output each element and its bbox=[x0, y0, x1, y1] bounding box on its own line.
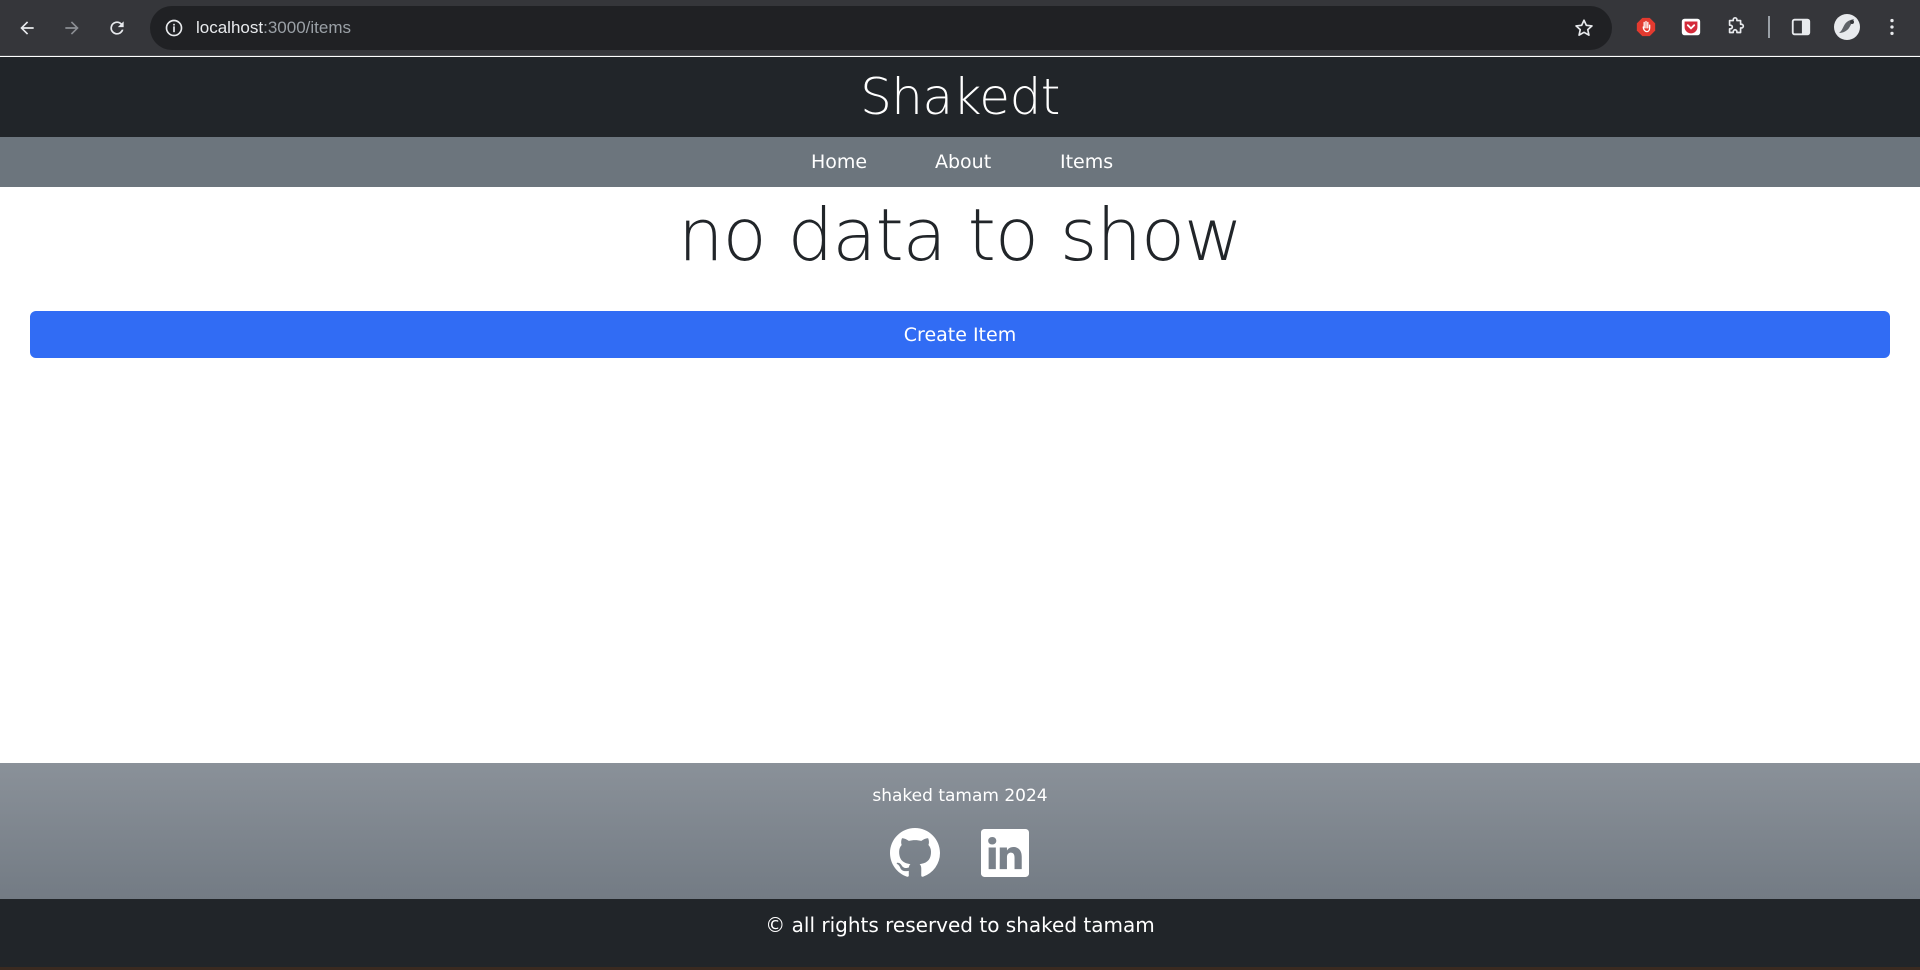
address-url[interactable]: localhost:3000/items bbox=[196, 18, 351, 38]
main-nav: Home About Items bbox=[0, 137, 1920, 187]
address-bar[interactable]: localhost:3000/items bbox=[150, 6, 1612, 50]
site-title: Shakedt bbox=[860, 68, 1060, 126]
footer-bottom: © all rights reserved to shaked tamam bbox=[0, 899, 1920, 970]
create-item-button[interactable]: Create Item bbox=[30, 311, 1890, 358]
footer-top: shaked tamam 2024 bbox=[0, 763, 1920, 899]
reload-icon[interactable] bbox=[101, 12, 133, 44]
pocket-extension-icon[interactable] bbox=[1677, 13, 1705, 41]
linkedin-icon[interactable] bbox=[979, 827, 1031, 879]
profile-avatar-icon[interactable] bbox=[1833, 13, 1861, 41]
url-host: localhost bbox=[196, 18, 264, 37]
site-header: Shakedt bbox=[0, 57, 1920, 137]
footer-credit: shaked tamam 2024 bbox=[872, 786, 1048, 806]
browser-menu-icon[interactable] bbox=[1878, 13, 1906, 41]
extensions-puzzle-icon[interactable] bbox=[1722, 13, 1750, 41]
url-path: :3000/items bbox=[263, 18, 351, 37]
empty-state-message: no data to show bbox=[678, 193, 1243, 277]
site-info-icon[interactable] bbox=[162, 16, 186, 40]
browser-toolbar: localhost:3000/items bbox=[0, 0, 1920, 56]
github-icon[interactable] bbox=[889, 827, 941, 879]
bookmark-star-icon[interactable] bbox=[1572, 16, 1596, 40]
nav-link-about[interactable]: About bbox=[935, 151, 991, 173]
forward-icon[interactable] bbox=[56, 12, 88, 44]
toolbar-divider bbox=[1768, 16, 1770, 38]
side-panel-icon[interactable] bbox=[1787, 13, 1815, 41]
nav-link-items[interactable]: Items bbox=[1060, 151, 1113, 173]
copyright-text: © all rights reserved to shaked tamam bbox=[765, 913, 1155, 937]
nav-link-home[interactable]: Home bbox=[811, 151, 867, 173]
back-icon[interactable] bbox=[11, 12, 43, 44]
adblock-extension-icon[interactable] bbox=[1632, 13, 1660, 41]
